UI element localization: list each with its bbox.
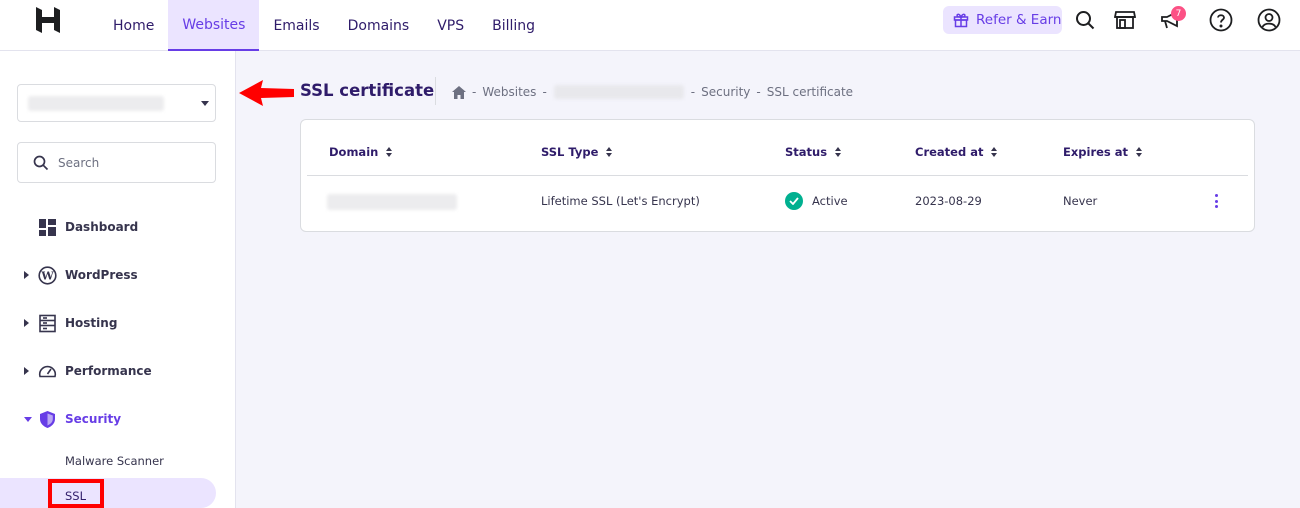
nav-billing[interactable]: Billing: [478, 0, 549, 51]
chevron-right-icon: [24, 319, 29, 327]
sidebar-item-label: WordPress: [65, 268, 138, 282]
ssl-table-card: Domain SSL Type Status Created at Expire…: [300, 119, 1255, 232]
shield-icon: [40, 411, 55, 428]
breadcrumb: - Websites - - Security - SSL certificat…: [449, 84, 856, 100]
expires-at-cell: Never: [1063, 194, 1098, 208]
sort-icon: [606, 147, 613, 157]
column-label: Created at: [915, 145, 984, 159]
breadcrumb-separator: -: [756, 85, 761, 99]
search-icon: [33, 155, 49, 170]
chevron-down-icon: [24, 417, 32, 422]
home-icon[interactable]: [452, 85, 466, 99]
search-input[interactable]: [58, 155, 198, 170]
column-header-status[interactable]: Status: [785, 145, 842, 159]
breadcrumb-separator: -: [472, 85, 477, 99]
sort-icon: [386, 147, 393, 157]
status-cell: Active: [812, 194, 848, 208]
title-divider: [435, 77, 436, 105]
more-options-icon[interactable]: [1211, 194, 1221, 208]
column-label: Domain: [329, 145, 379, 159]
column-header-expires-at[interactable]: Expires at: [1063, 145, 1143, 159]
sort-icon: [835, 147, 842, 157]
redacted-breadcrumb-domain[interactable]: [553, 85, 684, 99]
page-title: SSL certificate: [300, 81, 435, 100]
breadcrumb-separator: -: [542, 85, 547, 99]
dashboard-icon: [39, 219, 56, 236]
sidebar-item-label: Performance: [65, 364, 152, 378]
nav-emails[interactable]: Emails: [259, 0, 333, 51]
search-icon[interactable]: [1072, 7, 1098, 33]
breadcrumb-websites[interactable]: Websites: [482, 85, 536, 99]
hostinger-logo[interactable]: [36, 7, 60, 33]
nav-websites[interactable]: Websites: [168, 0, 260, 51]
breadcrumb-separator: -: [690, 85, 696, 99]
ssl-type-cell: Lifetime SSL (Let's Encrypt): [541, 194, 700, 208]
table-divider: [307, 175, 1248, 176]
nav-vps[interactable]: VPS: [423, 0, 478, 51]
nav-domains[interactable]: Domains: [334, 0, 424, 51]
website-selector[interactable]: [17, 84, 216, 122]
notification-badge: 7: [1171, 6, 1186, 21]
column-header-domain[interactable]: Domain: [329, 145, 393, 159]
breadcrumb-security[interactable]: Security: [701, 85, 750, 99]
breadcrumb-current: SSL certificate: [766, 85, 854, 99]
chevron-down-icon: [201, 101, 209, 106]
top-navigation-bar: Home Websites Emails Domains VPS Billing…: [0, 0, 1300, 51]
sidebar-subitem-malware-scanner[interactable]: Malware Scanner: [65, 454, 164, 468]
sidebar-item-label: Dashboard: [65, 220, 139, 234]
sidebar-item-label: Hosting: [65, 316, 118, 330]
sidebar-item-hosting[interactable]: Hosting: [0, 309, 236, 337]
sidebar-subitem-ssl[interactable]: SSL: [65, 489, 86, 503]
column-label: SSL Type: [541, 145, 599, 159]
sidebar-search[interactable]: [17, 142, 216, 183]
chevron-right-icon: [24, 367, 29, 375]
wordpress-icon: W: [38, 266, 57, 285]
sidebar-item-performance[interactable]: Performance: [0, 357, 236, 385]
sidebar-subitem-ssl-highlight[interactable]: [0, 478, 216, 508]
sidebar: Dashboard W WordPress Hosting Performanc…: [0, 51, 236, 508]
main-nav: Home Websites Emails Domains VPS Billing: [99, 0, 549, 51]
refer-and-earn-button[interactable]: Refer & Earn: [943, 6, 1062, 34]
sort-icon: [1136, 147, 1143, 157]
hosting-icon: [39, 314, 56, 333]
annotation-arrow-icon: [239, 80, 294, 106]
created-at-cell: 2023-08-29: [915, 194, 982, 208]
help-icon[interactable]: [1208, 7, 1234, 33]
account-icon[interactable]: [1256, 7, 1282, 33]
column-header-ssl-type[interactable]: SSL Type: [541, 145, 613, 159]
gauge-icon: [38, 365, 57, 378]
sidebar-item-label: Security: [65, 412, 122, 426]
sort-icon: [991, 147, 998, 157]
column-label: Expires at: [1063, 145, 1129, 159]
redacted-domain-cell: [327, 194, 457, 210]
column-header-created-at[interactable]: Created at: [915, 145, 998, 159]
gift-icon: [953, 13, 969, 28]
check-circle-icon: [785, 192, 803, 210]
sidebar-item-wordpress[interactable]: W WordPress: [0, 261, 236, 289]
nav-home[interactable]: Home: [99, 0, 168, 51]
svg-text:W: W: [40, 270, 54, 283]
refer-label: Refer & Earn: [976, 12, 1062, 28]
chevron-right-icon: [24, 271, 29, 279]
sidebar-item-security[interactable]: Security: [0, 405, 236, 433]
column-label: Status: [785, 145, 828, 159]
redacted-domain: [28, 96, 164, 111]
sidebar-item-dashboard[interactable]: Dashboard: [0, 213, 236, 241]
store-icon[interactable]: [1112, 7, 1138, 33]
